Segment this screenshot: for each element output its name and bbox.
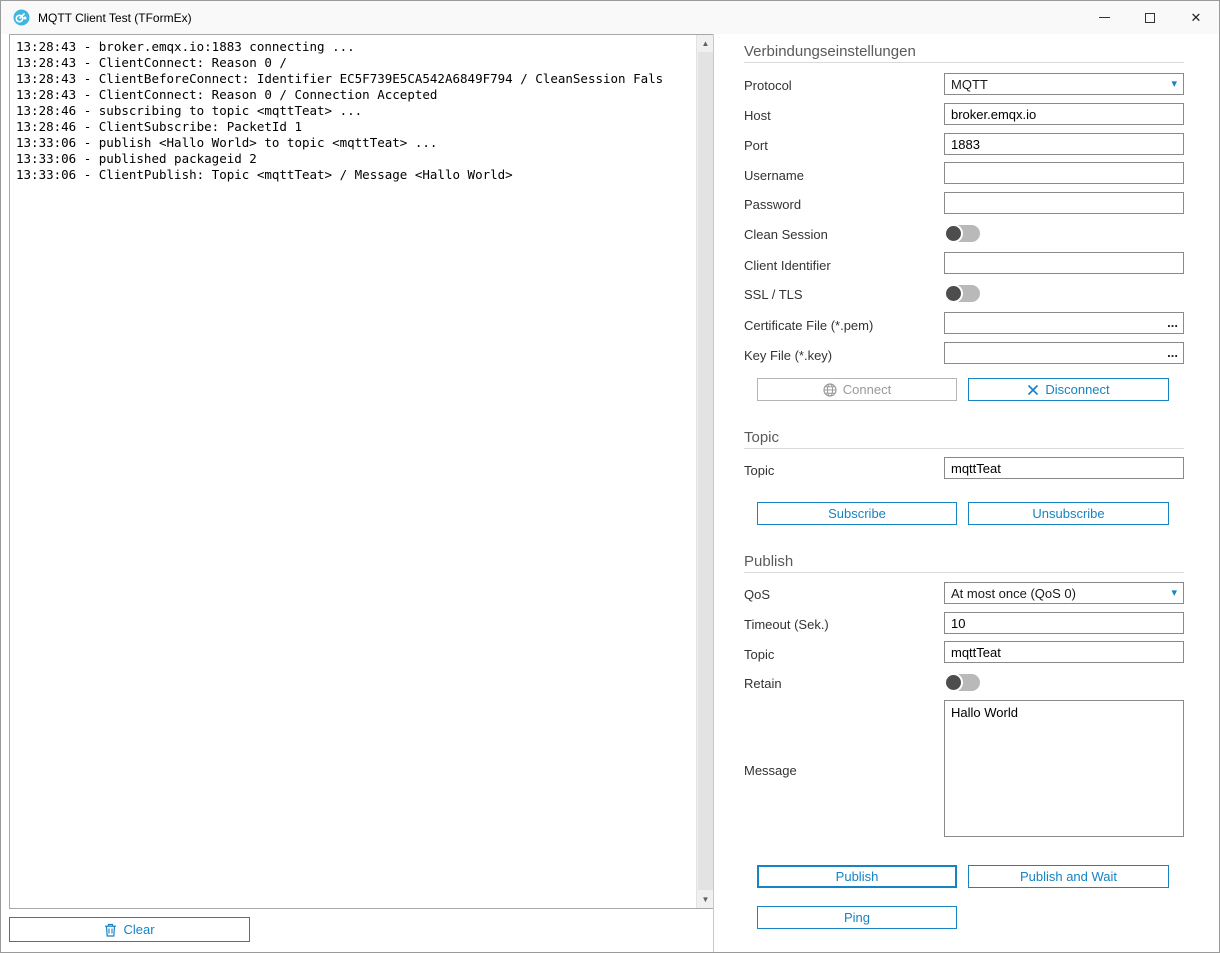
timeout-label: Timeout (Sek.) [744,617,829,632]
minimize-button[interactable] [1081,1,1127,34]
log-scrollbar[interactable]: ▲ ▼ [696,35,713,908]
toggle-knob [944,284,963,303]
subscribe-button[interactable]: Subscribe [757,502,957,525]
maximize-button[interactable] [1127,1,1173,34]
disconnect-button[interactable]: Disconnect [968,378,1169,401]
publish-section-divider [744,572,1184,573]
globe-icon [823,383,837,397]
panel-divider [713,34,714,952]
topic-section-divider [744,448,1184,449]
message-label: Message [744,763,797,778]
close-button[interactable]: ✕ [1173,1,1219,34]
log-line: 13:28:43 - broker.emqx.io:1883 connectin… [16,39,696,55]
clear-button-label: Clear [123,922,154,937]
log-memo[interactable]: 13:28:43 - broker.emqx.io:1883 connectin… [9,34,714,909]
unsubscribe-button[interactable]: Unsubscribe [968,502,1169,525]
topic-input[interactable] [944,457,1184,479]
timeout-input[interactable] [944,612,1184,634]
topic-section-title: Topic [744,429,779,446]
scrollbar-thumb[interactable] [698,52,713,890]
log-line: 13:33:06 - ClientPublish: Topic <mqttTea… [16,167,696,183]
port-input[interactable] [944,133,1184,155]
trash-icon [104,923,117,937]
publish-button[interactable]: Publish [757,865,957,888]
clean-session-label: Clean Session [744,227,828,242]
qos-select[interactable]: At most once (QoS 0) ▾ [944,582,1184,604]
chevron-down-icon: ▾ [1171,588,1177,599]
subscribe-button-label: Subscribe [828,506,886,521]
ping-button-label: Ping [844,910,870,925]
publish-and-wait-button-label: Publish and Wait [1020,869,1117,884]
qos-label: QoS [744,587,770,602]
publish-button-label: Publish [836,869,879,884]
x-icon [1027,384,1039,396]
window-title: MQTT Client Test (TFormEx) [38,11,1081,25]
toggle-knob [944,673,963,692]
publish-and-wait-button[interactable]: Publish and Wait [968,865,1169,888]
publish-section-title: Publish [744,553,793,570]
host-input[interactable] [944,103,1184,125]
certificate-browse-button[interactable]: ... [1167,313,1178,333]
log-line: 13:28:43 - ClientConnect: Reason 0 / [16,55,696,71]
password-label: Password [744,197,801,212]
connect-button[interactable]: Connect [757,378,957,401]
retain-label: Retain [744,676,782,691]
port-label: Port [744,138,768,153]
disconnect-button-label: Disconnect [1045,382,1109,397]
client-identifier-input[interactable] [944,252,1184,274]
log-content: 13:28:43 - broker.emqx.io:1883 connectin… [10,35,696,908]
key-file-label: Key File (*.key) [744,348,832,363]
minimize-icon [1099,17,1110,18]
log-line: 13:33:06 - publish <Hallo World> to topi… [16,135,696,151]
host-label: Host [744,108,771,123]
username-input[interactable] [944,162,1184,184]
log-line: 13:28:46 - ClientSubscribe: PacketId 1 [16,119,696,135]
scroll-up-icon[interactable]: ▲ [697,35,714,52]
publish-topic-label: Topic [744,647,774,662]
publish-topic-input[interactable] [944,641,1184,663]
certificate-file-input[interactable] [944,312,1184,334]
topic-label: Topic [744,463,774,478]
ping-button[interactable]: Ping [757,906,957,929]
log-line: 13:28:46 - subscribing to topic <mqttTea… [16,103,696,119]
connection-section-divider [744,62,1184,63]
title-bar: MQTT Client Test (TFormEx) ✕ [1,1,1219,34]
log-line: 13:28:43 - ClientConnect: Reason 0 / Con… [16,87,696,103]
clear-button[interactable]: Clear [9,917,250,942]
protocol-select[interactable]: MQTT ▾ [944,73,1184,95]
app-icon [13,9,30,26]
certificate-file-label: Certificate File (*.pem) [744,318,873,333]
mqtt-client-window: { "window": { "title": "MQTT Client Test… [0,0,1220,953]
ssl-tls-toggle[interactable] [944,285,980,302]
message-textarea[interactable]: Hallo World [944,700,1184,837]
connect-button-label: Connect [843,382,891,397]
close-icon: ✕ [1191,10,1202,26]
chevron-down-icon: ▾ [1171,79,1177,90]
key-file-input[interactable] [944,342,1184,364]
ssl-tls-label: SSL / TLS [744,287,803,302]
key-browse-button[interactable]: ... [1167,343,1178,363]
retain-toggle[interactable] [944,674,980,691]
protocol-value: MQTT [951,77,988,92]
username-label: Username [744,168,804,183]
connection-section-title: Verbindungseinstellungen [744,43,916,60]
scroll-down-icon[interactable]: ▼ [697,891,714,908]
maximize-icon [1145,13,1155,23]
client-identifier-label: Client Identifier [744,258,831,273]
unsubscribe-button-label: Unsubscribe [1032,506,1104,521]
protocol-label: Protocol [744,78,792,93]
clean-session-toggle[interactable] [944,225,980,242]
password-input[interactable] [944,192,1184,214]
qos-value: At most once (QoS 0) [951,586,1076,601]
log-line: 13:28:43 - ClientBeforeConnect: Identifi… [16,71,696,87]
toggle-knob [944,224,963,243]
log-line: 13:33:06 - published packageid 2 [16,151,696,167]
